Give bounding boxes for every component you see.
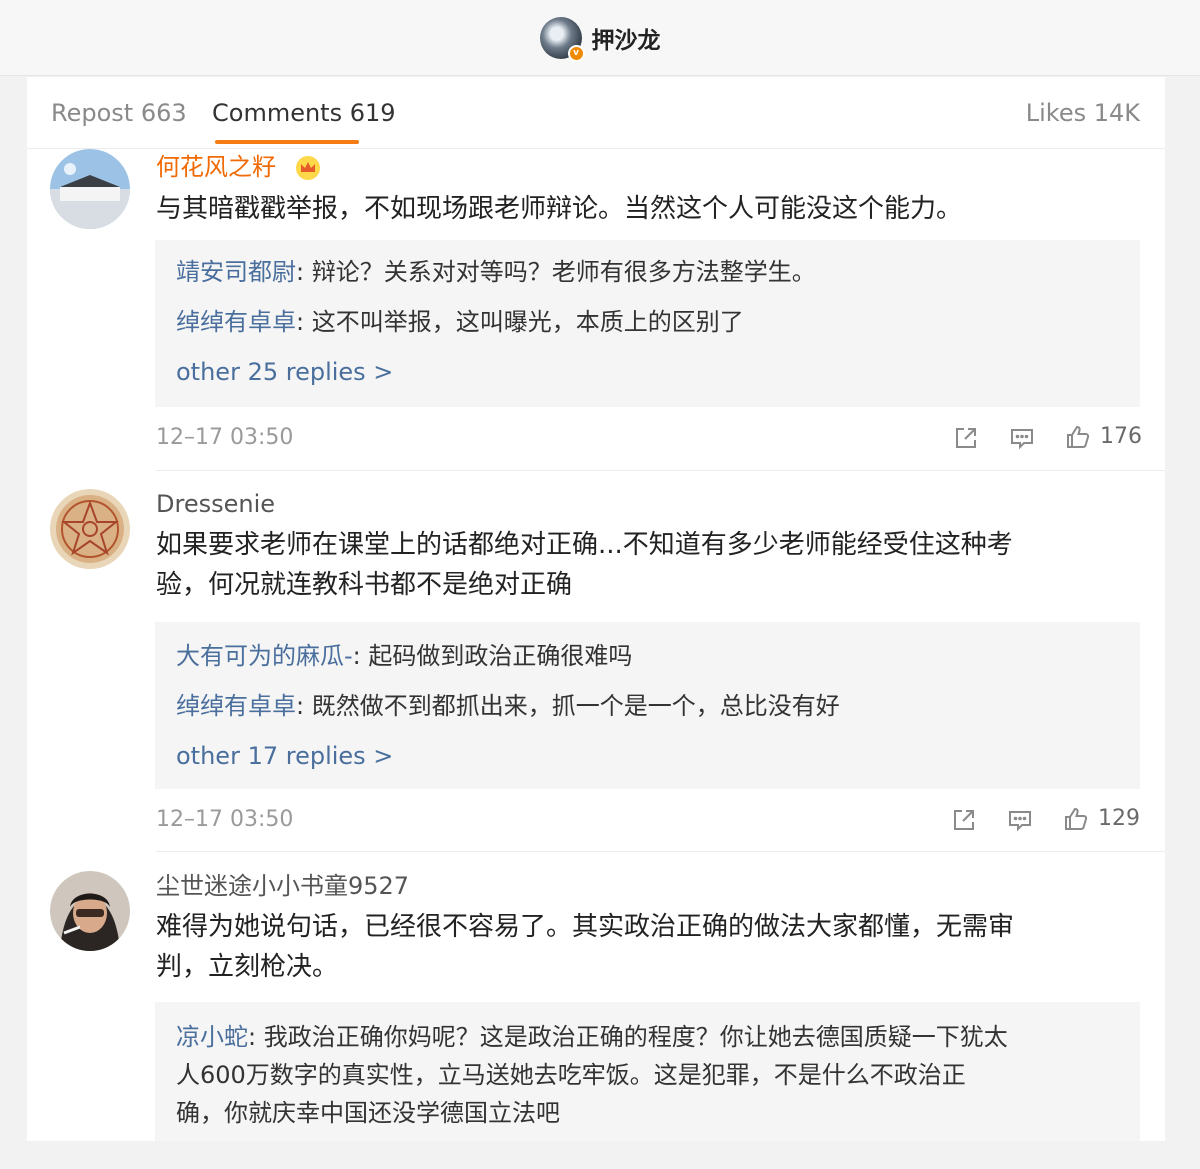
reply-box: 靖安司都尉: 辩论？关系对对等吗？老师有很多方法整学生。 绰绰有卓卓: 这不叫举…: [155, 240, 1140, 407]
commenter-name[interactable]: 何花风之籽: [156, 151, 276, 183]
commenter-name[interactable]: 尘世迷途小小书童9527: [156, 870, 409, 902]
share-icon[interactable]: [951, 807, 977, 833]
reply-item: 凉小蛇: 我政治正确你妈呢？这是政治正确的程度？你让她去德国质疑一下犹太 人60…: [176, 1018, 1008, 1132]
reply-author[interactable]: 绰绰有卓卓: [176, 308, 296, 336]
active-tab-indicator: [215, 140, 359, 144]
divider: [156, 851, 1165, 852]
reply-item: 绰绰有卓卓: 这不叫举报，这叫曝光，本质上的区别了: [176, 306, 744, 338]
tab-likes[interactable]: Likes 14K: [1026, 99, 1140, 127]
reply-text: : 既然做不到都抓出来，抓一个是一个，总比没有好: [296, 692, 840, 720]
reply-item: 靖安司都尉: 辩论？关系对对等吗？老师有很多方法整学生。: [176, 256, 816, 288]
like-count: 176: [1100, 424, 1142, 449]
like-icon[interactable]: [1065, 424, 1091, 450]
commenter-avatar[interactable]: [50, 149, 130, 229]
comment-time: 12–17 03:50: [156, 425, 294, 450]
reply-text: : 辩论？关系对对等吗？老师有很多方法整学生。: [296, 258, 816, 286]
reply-author[interactable]: 凉小蛇: [176, 1023, 248, 1051]
reply-text: : 起码做到政治正确很难吗: [352, 642, 633, 670]
commenter-name[interactable]: Dressenie: [156, 488, 275, 520]
more-replies-link[interactable]: other 25 replies >: [176, 356, 393, 388]
comment-text-line: 难得为她说句话，已经很不容易了。其实政治正确的做法大家都懂，无需审: [156, 912, 1015, 942]
crown-badge-icon: [295, 155, 321, 181]
comment-text-line: 验，何况就连教科书都不是绝对正确: [156, 570, 573, 600]
divider: [156, 470, 1165, 471]
commenter-avatar[interactable]: [50, 489, 130, 569]
reply-author[interactable]: 绰绰有卓卓: [176, 692, 296, 720]
comment-icon[interactable]: [1007, 807, 1033, 833]
reply-item: 大有可为的麻瓜-: 起码做到政治正确很难吗: [176, 640, 632, 672]
reply-box: 凉小蛇: 我政治正确你妈呢？这是政治正确的程度？你让她去德国质疑一下犹太 人60…: [155, 1002, 1140, 1141]
comment-text: 难得为她说句话，已经很不容易了。其实政治正确的做法大家都懂，无需审 判，立刻枪决…: [156, 907, 1141, 987]
reply-text: : 我政治正确你妈呢？这是政治正确的程度？你让她去德国质疑一下犹太: [248, 1023, 1008, 1051]
comments-panel: Repost 663 Comments 619 Likes 14K 何花风之籽 …: [27, 77, 1165, 1141]
comment-icon[interactable]: [1009, 425, 1035, 451]
verified-badge-icon: v: [567, 44, 585, 62]
comment-text-line: 判，立刻枪决。: [156, 952, 339, 982]
reply-text: : 这不叫举报，这叫曝光，本质上的区别了: [296, 308, 744, 336]
comment-text: 与其暗戳戳举报，不如现场跟老师辩论。当然这个人可能没这个能力。: [156, 194, 963, 224]
author-avatar[interactable]: v: [539, 16, 585, 62]
comment-time: 12–17 03:50: [156, 807, 294, 832]
tab-comments[interactable]: Comments 619: [212, 99, 396, 127]
top-bar: v 押沙龙: [0, 0, 1200, 76]
share-icon[interactable]: [953, 425, 979, 451]
tab-repost[interactable]: Repost 663: [51, 99, 187, 127]
reply-item: 绰绰有卓卓: 既然做不到都抓出来，抓一个是一个，总比没有好: [176, 690, 840, 722]
reply-box: 大有可为的麻瓜-: 起码做到政治正确很难吗 绰绰有卓卓: 既然做不到都抓出来，抓…: [155, 622, 1140, 789]
reply-author[interactable]: 靖安司都尉: [176, 258, 296, 286]
comment-text: 如果要求老师在课堂上的话都绝对正确...不知道有多少老师能经受住这种考 验，何况…: [156, 525, 1141, 605]
reply-author[interactable]: 大有可为的麻瓜-: [176, 642, 353, 670]
like-count: 129: [1098, 806, 1140, 831]
like-icon[interactable]: [1063, 806, 1089, 832]
commenter-avatar[interactable]: [50, 871, 130, 951]
author-name[interactable]: 押沙龙: [592, 21, 661, 55]
comment-text-line: 如果要求老师在课堂上的话都绝对正确...不知道有多少老师能经受住这种考: [156, 530, 1013, 560]
more-replies-link[interactable]: other 17 replies >: [176, 740, 393, 772]
reply-text: 人600万数字的真实性，立马送她去吃牢饭。这是犯罪，不是什么不政治正: [176, 1061, 966, 1089]
tab-bar: Repost 663 Comments 619 Likes 14K: [27, 77, 1165, 149]
reply-text: 确，你就庆幸中国还没学德国立法吧: [176, 1099, 560, 1127]
